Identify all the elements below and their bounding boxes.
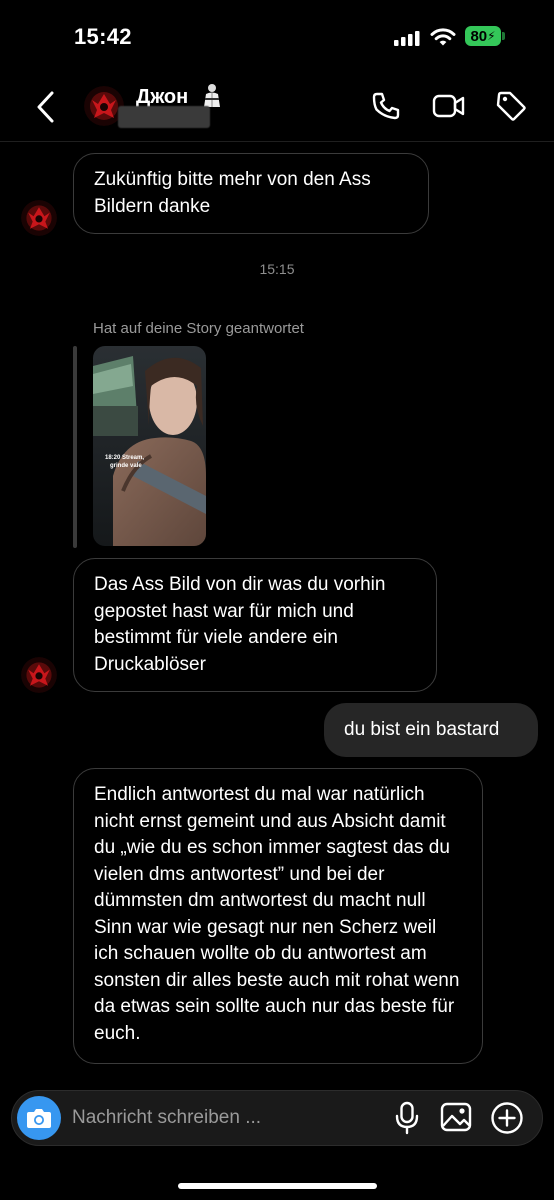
message-bubble-incoming[interactable]: Endlich antwortest du mal war natürlich …	[73, 768, 483, 1064]
sender-avatar[interactable]	[21, 657, 57, 693]
gallery-icon[interactable]	[440, 1101, 472, 1133]
message-bubble-outgoing[interactable]: du bist ein bastard	[324, 703, 538, 757]
story-overlay-line-1: 18:20 Stream,	[105, 455, 144, 461]
redacted-username	[118, 106, 210, 128]
wifi-icon	[430, 28, 456, 46]
message-input[interactable]	[72, 1100, 372, 1136]
story-reply-label: Hat auf deine Story geantwortet	[93, 320, 304, 337]
story-overlay-line-2: grinde vale	[110, 463, 142, 469]
message-bubble-incoming[interactable]: Das Ass Bild von dir was du vorhin gepos…	[73, 558, 437, 692]
video-camera-icon[interactable]	[432, 92, 466, 120]
message-text: Das Ass Bild von dir was du vorhin gepos…	[94, 574, 386, 675]
microphone-icon[interactable]	[394, 1101, 420, 1135]
message-bubble-incoming[interactable]: Zukünftig bitte mehr von den Ass Bildern…	[73, 153, 429, 234]
message-text: Zukünftig bitte mehr von den Ass Bildern…	[94, 169, 371, 217]
header-divider	[0, 141, 554, 142]
message-text: Endlich antwortest du mal war natürlich …	[94, 784, 460, 1044]
battery-charging-icon: 80 ⚡	[465, 26, 501, 46]
sender-avatar[interactable]	[21, 200, 57, 236]
story-reply-line	[73, 346, 77, 548]
camera-button[interactable]	[17, 1096, 61, 1140]
story-thumbnail[interactable]: 18:20 Stream, grinde vale	[93, 346, 206, 546]
tag-icon[interactable]	[495, 90, 527, 122]
camera-icon	[27, 1109, 51, 1128]
battery-level: 80	[470, 27, 488, 45]
battery-cap	[502, 32, 505, 40]
phone-icon[interactable]	[370, 90, 402, 122]
message-text: du bist ein bastard	[344, 719, 500, 740]
message-timestamp: 15:15	[259, 261, 295, 277]
status-time: 15:42	[74, 24, 132, 49]
home-indicator	[178, 1183, 377, 1189]
cellular-signal-icon	[394, 31, 420, 46]
back-chevron-icon[interactable]	[34, 90, 58, 124]
plus-circle-icon[interactable]	[490, 1101, 524, 1135]
